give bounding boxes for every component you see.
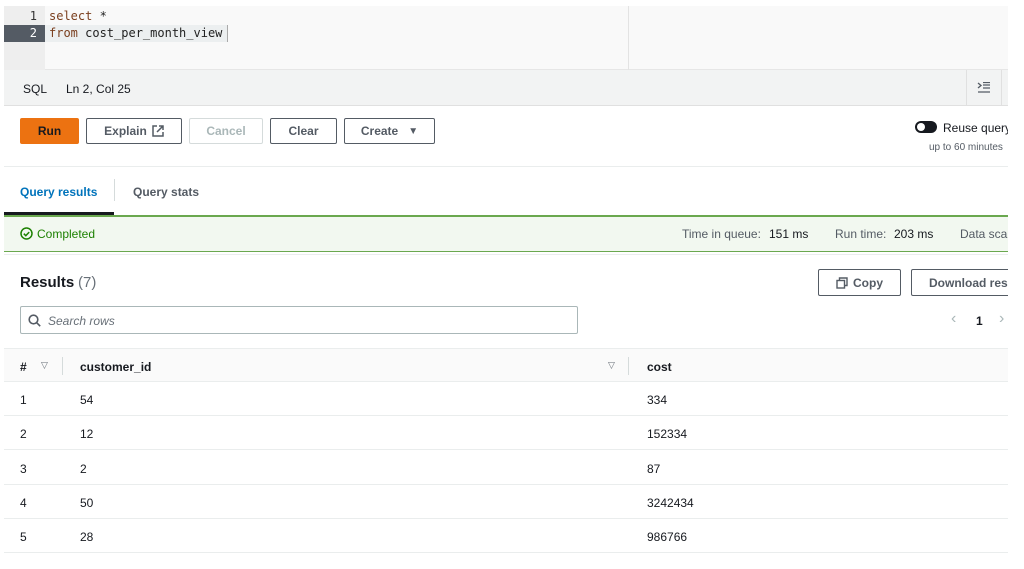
queue-time-value: 151 ms [769, 227, 809, 241]
reuse-query-description: up to 60 minutes [929, 142, 1003, 153]
tab-query-results[interactable]: Query results [20, 185, 97, 199]
cost-cell: 3242434 [647, 495, 694, 510]
line-number: 1 [29, 9, 37, 23]
status-completed: Completed [37, 227, 96, 241]
cancel-button[interactable]: Cancel [189, 118, 263, 144]
line-number-active: 2 [4, 25, 45, 42]
customer-id-cell: 12 [80, 427, 94, 442]
row-index: 3 [20, 461, 27, 476]
row-index: 1 [20, 393, 27, 407]
search-placeholder: Search rows [48, 314, 115, 328]
column-header-index[interactable]: # [20, 360, 27, 374]
next-page-icon[interactable]: › [999, 310, 1004, 328]
customer-id-cell: 2 [80, 461, 87, 476]
customer-id-cell: 54 [80, 393, 94, 407]
query-status-bar: Completed Time in queue: 151 ms Run time… [4, 215, 1008, 252]
run-time-value: 203 ms [894, 227, 934, 241]
copy-button[interactable]: Copy [818, 269, 901, 296]
format-indent-icon [977, 81, 990, 93]
prev-page-icon[interactable]: ‹ [951, 310, 956, 328]
run-time-label: Run time: [835, 227, 887, 241]
caret-down-icon: ▼ [408, 125, 419, 137]
code-line[interactable]: from cost_per_month_view [49, 25, 222, 42]
table-row: 1 54 334 [4, 382, 1008, 416]
sort-icon[interactable]: ▽ [608, 360, 615, 371]
language-label: SQL [23, 82, 48, 96]
row-index: 4 [20, 495, 27, 510]
results-count: (7) [78, 274, 97, 291]
athena-query-editor: 1 2 select * from cost_per_month_view SQ… [4, 0, 1008, 569]
table-row: 4 50 3242434 [4, 485, 1008, 519]
table-row: 5 28 986766 [4, 519, 1008, 554]
explain-button[interactable]: Explain [86, 118, 182, 144]
format-button[interactable] [966, 70, 1002, 105]
cost-cell: 986766 [647, 530, 688, 545]
results-title: Results [20, 274, 75, 291]
table-row: 2 12 152334 [4, 416, 1008, 451]
column-header-customer-id[interactable]: customer_id [80, 360, 151, 374]
create-dropdown[interactable]: Create ▼ [344, 118, 435, 144]
cost-cell: 152334 [647, 427, 688, 442]
reuse-query-label: Reuse query [943, 121, 1008, 135]
external-link-icon [152, 125, 164, 137]
column-header-cost[interactable]: cost [647, 360, 672, 374]
sql-editor[interactable]: 1 2 select * from cost_per_month_view [4, 6, 1008, 70]
cursor-position: Ln 2, Col 25 [66, 82, 131, 96]
results-tabs: Query results Query stats [4, 166, 1008, 215]
copy-icon [836, 276, 848, 289]
table-row: 3 2 87 [4, 451, 1008, 485]
cost-cell: 87 [647, 461, 661, 476]
run-button[interactable]: Run [20, 118, 79, 144]
customer-id-cell: 28 [80, 530, 94, 545]
editor-status-bar: SQL Ln 2, Col 25 [4, 70, 1008, 106]
check-circle-icon [20, 227, 33, 240]
table-header: # ▽ customer_id ▽ cost [4, 348, 1008, 382]
reuse-query-toggle[interactable] [915, 121, 937, 133]
customer-id-cell: 50 [80, 495, 94, 510]
print-margin [628, 6, 629, 70]
data-scanned-label: Data sca [960, 227, 1008, 241]
clear-button[interactable]: Clear [270, 118, 337, 144]
queue-time-label: Time in queue: [682, 227, 761, 241]
download-results-button[interactable]: Download res [911, 269, 1008, 296]
code-line[interactable]: select * [49, 8, 107, 25]
page-number[interactable]: 1 [976, 314, 983, 328]
row-index: 5 [20, 530, 27, 545]
search-icon [28, 314, 41, 327]
row-index: 2 [20, 427, 27, 442]
search-rows-input[interactable]: Search rows [20, 306, 578, 334]
cost-cell: 334 [647, 393, 668, 407]
tab-query-stats[interactable]: Query stats [133, 185, 199, 199]
sort-icon[interactable]: ▽ [41, 360, 48, 371]
